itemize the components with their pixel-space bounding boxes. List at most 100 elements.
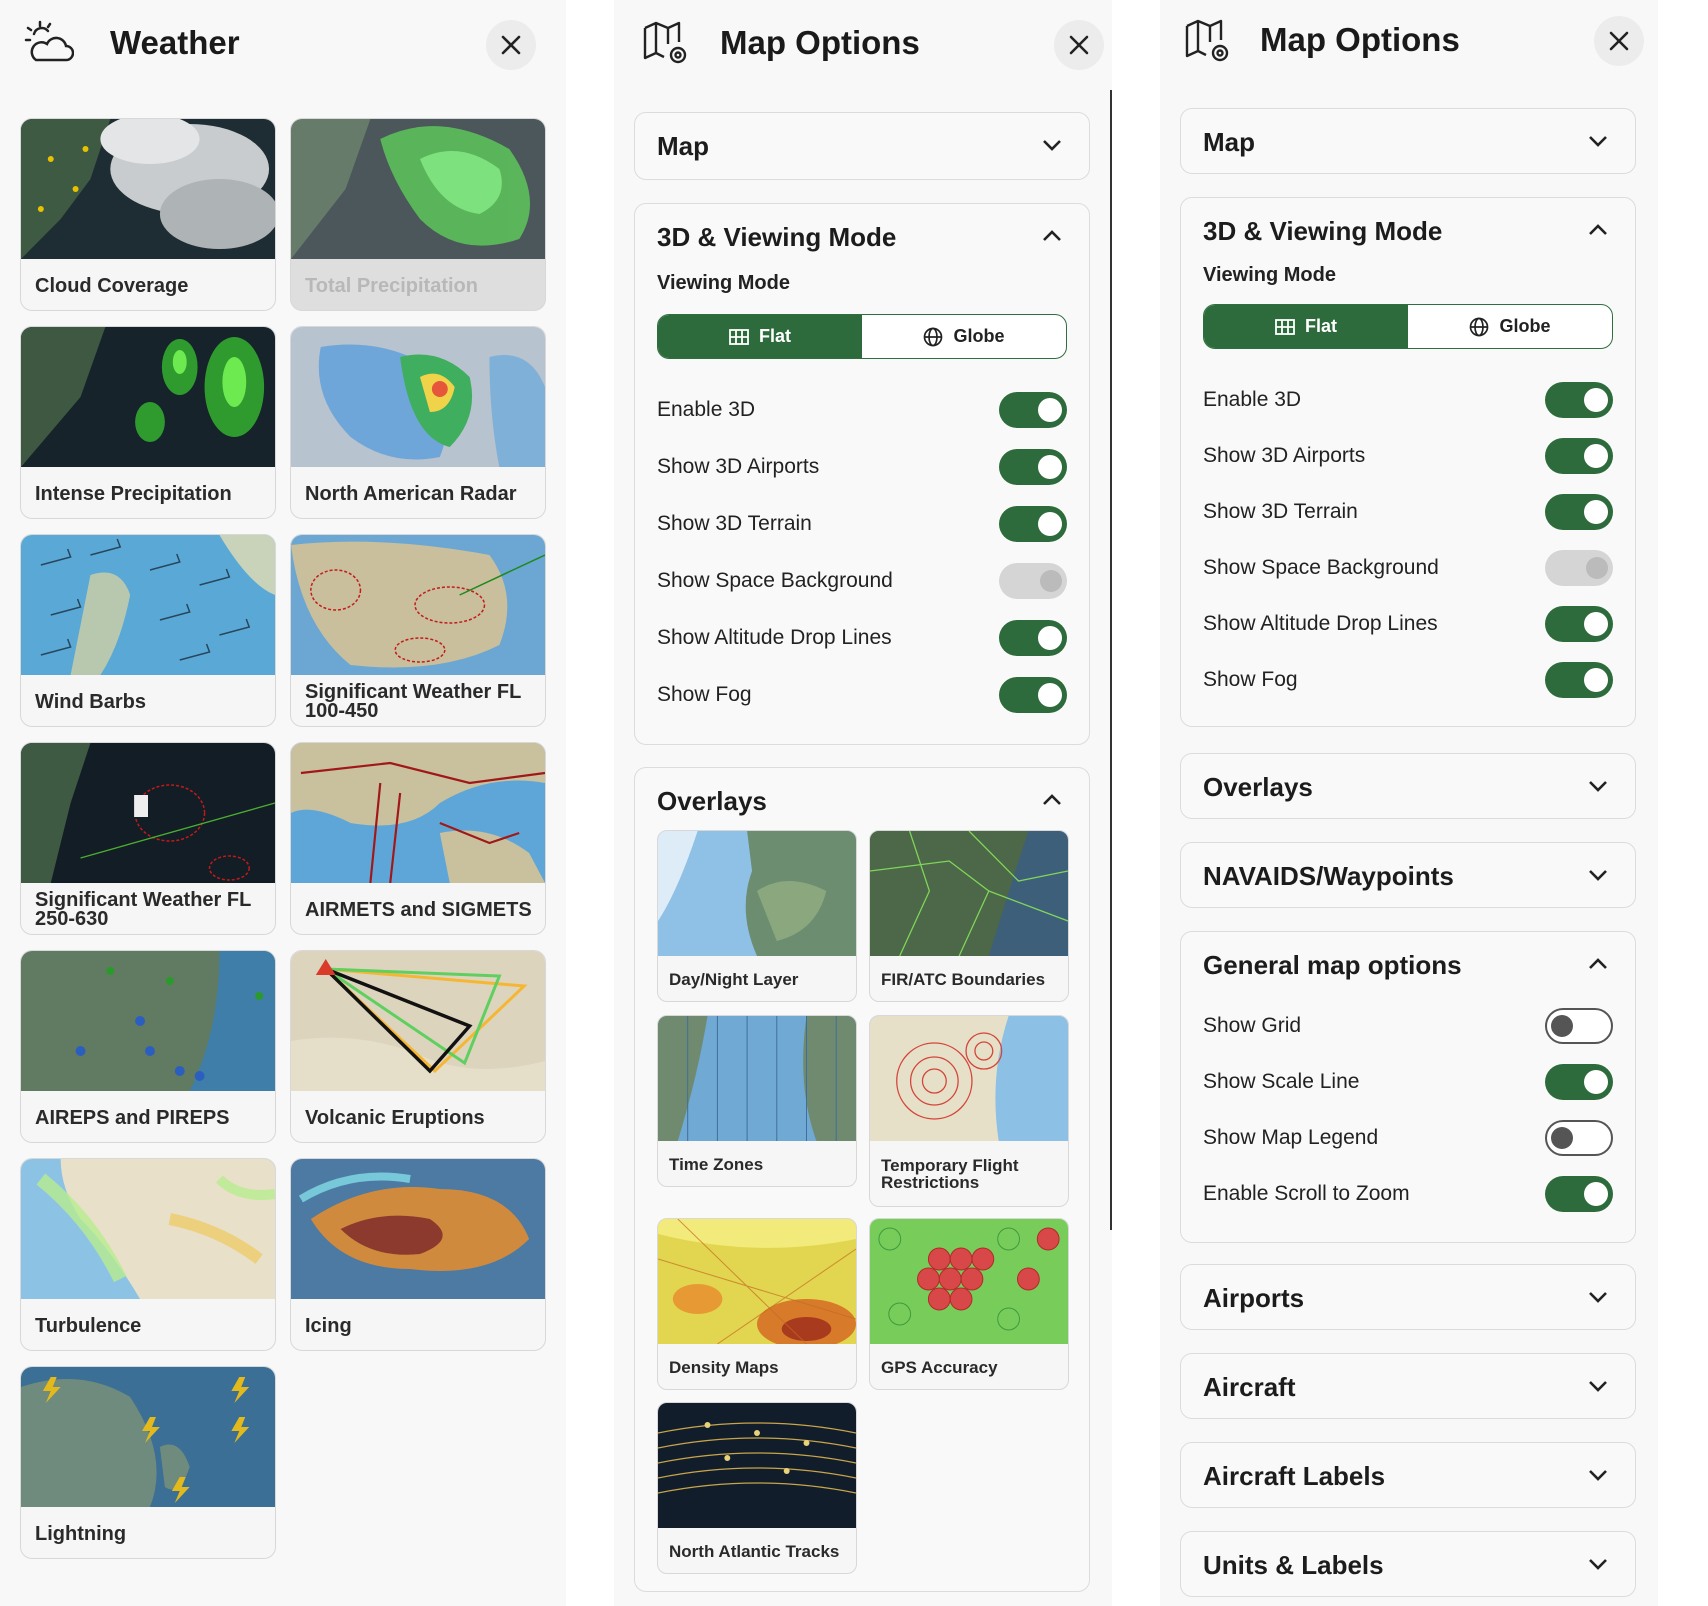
toggle-label: Show Map Legend: [1203, 1126, 1379, 1149]
flat-label: Flat: [1304, 316, 1337, 336]
show-altitude-drop-lines-toggle[interactable]: [999, 620, 1067, 656]
flat-mode-button[interactable]: Flat: [1204, 305, 1408, 348]
overlay-card-gps-accuracy[interactable]: GPS Accuracy: [869, 1218, 1069, 1390]
chevron-up-icon[interactable]: [1587, 222, 1609, 238]
globe-label: Globe: [1499, 316, 1551, 336]
flat-mode-button[interactable]: Flat: [658, 315, 862, 358]
show-fog-toggle[interactable]: [1545, 662, 1613, 698]
card-label: FIR/ATC Boundaries: [881, 969, 1046, 989]
chevron-down-icon: [1043, 140, 1061, 151]
section-title[interactable]: 3D & Viewing Mode: [1203, 198, 1442, 264]
overlay-card-temporary-flight-restrictions[interactable]: Temporary Flight Restrictions: [869, 1015, 1069, 1207]
enable-3d-toggle[interactable]: [999, 392, 1067, 428]
show-fog-toggle[interactable]: [999, 677, 1067, 713]
close-icon: [1069, 35, 1089, 55]
toggle-label: Show Grid: [1203, 1014, 1302, 1037]
section-title: Aircraft: [1203, 1371, 1296, 1402]
weather-card-aireps-and-pireps[interactable]: AIREPS and PIREPS: [20, 950, 276, 1143]
weather-card-icing[interactable]: Icing: [290, 1158, 546, 1351]
viewing-mode-switch: Flat Globe: [657, 314, 1067, 359]
chevron-up-icon[interactable]: [1587, 956, 1609, 972]
enable-scroll-to-zoom-toggle[interactable]: [1545, 1176, 1613, 1212]
close-button[interactable]: [1594, 16, 1644, 66]
section-navaids-waypoints[interactable]: NAVAIDS/Waypoints: [1180, 842, 1636, 908]
overlay-card-day-night-layer[interactable]: Day/Night Layer: [657, 830, 857, 1002]
section-aircraft-labels[interactable]: Aircraft Labels: [1180, 1442, 1636, 1508]
weather-card-lightning[interactable]: Lightning: [20, 1366, 276, 1559]
globe-mode-button[interactable]: Globe: [1408, 305, 1612, 348]
card-label: Lightning: [35, 1522, 127, 1545]
card-label: Volcanic Eruptions: [305, 1106, 485, 1129]
wind-barbs-thumbnail: [21, 535, 275, 675]
weather-card-turbulence[interactable]: Turbulence: [20, 1158, 276, 1351]
weather-card-total-precipitation[interactable]: Total Precipitation: [290, 118, 546, 311]
section-title[interactable]: 3D & Viewing Mode: [657, 204, 896, 270]
globe-mode-button[interactable]: Globe: [862, 315, 1066, 358]
lightning-thumbnail: [21, 1367, 275, 1507]
weather-card-north-american-radar[interactable]: North American Radar: [290, 326, 546, 519]
north-atlantic-tracks-thumbnail: [658, 1403, 856, 1528]
show-space-background-toggle: [1545, 550, 1613, 586]
toggle-row-show-scale-line: Show Scale Line: [1203, 1064, 1613, 1100]
show-3d-terrain-toggle[interactable]: [999, 506, 1067, 542]
overlay-card-time-zones[interactable]: Time Zones: [657, 1015, 857, 1187]
weather-card-significant-weather-fl-250-630[interactable]: Significant Weather FL 250-630: [20, 742, 276, 935]
section-airports[interactable]: Airports: [1180, 1264, 1636, 1330]
day-night-thumbnail: [658, 831, 856, 956]
close-button[interactable]: [486, 20, 536, 70]
weather-card-volcanic-eruptions[interactable]: Volcanic Eruptions: [290, 950, 546, 1143]
weather-card-airmets-and-sigmets[interactable]: AIRMETS and SIGMETS: [290, 742, 546, 935]
cloud-coverage-thumbnail: [21, 119, 275, 259]
overlay-card-fir-atc-boundaries[interactable]: FIR/ATC Boundaries: [869, 830, 1069, 1002]
fir-atc-thumbnail: [870, 831, 1068, 956]
chevron-down-icon: [1589, 1292, 1607, 1303]
section-title[interactable]: Overlays: [657, 768, 767, 834]
toggle-label: Show Altitude Drop Lines: [657, 626, 892, 649]
show-3d-airports-toggle[interactable]: [1545, 438, 1613, 474]
weather-card-wind-barbs[interactable]: Wind Barbs: [20, 534, 276, 727]
overlay-card-density-maps[interactable]: Density Maps: [657, 1218, 857, 1390]
weather-card-intense-precipitation[interactable]: Intense Precipitation: [20, 326, 276, 519]
weather-card-significant-weather-fl-100-450[interactable]: Significant Weather FL 100-450: [290, 534, 546, 727]
overlay-card-north-atlantic-tracks[interactable]: North Atlantic Tracks: [657, 1402, 857, 1574]
toggle-row-show-fog: Show Fog: [1203, 662, 1613, 698]
toggle-label: Show Space Background: [657, 569, 893, 592]
volcanic-eruptions-thumbnail: [291, 951, 545, 1091]
card-label: North American Radar: [305, 482, 517, 505]
enable-3d-toggle[interactable]: [1545, 382, 1613, 418]
viewing-mode-label: Viewing Mode: [657, 272, 790, 294]
toggle-label: Enable 3D: [657, 398, 756, 421]
map-settings-icon: [1185, 19, 1229, 62]
card-label: Significant Weather FL 100-450: [305, 681, 521, 722]
toggle-label: Show Altitude Drop Lines: [1203, 612, 1438, 635]
section-title: Airports: [1203, 1282, 1305, 1313]
significant-weather-100-450-thumbnail: [291, 535, 545, 675]
chevron-up-icon[interactable]: [1041, 792, 1063, 808]
section-map[interactable]: Map: [634, 112, 1090, 180]
show-map-legend-toggle[interactable]: [1545, 1120, 1613, 1156]
toggle-label: Show Space Background: [1203, 556, 1439, 579]
globe-icon: [924, 327, 943, 346]
chevron-up-icon[interactable]: [1041, 228, 1063, 244]
toggle-row-enable-scroll-to-zoom: Enable Scroll to Zoom: [1203, 1176, 1613, 1212]
show-space-background-toggle: [999, 563, 1067, 599]
show-scale-line-toggle[interactable]: [1545, 1064, 1613, 1100]
toggle-label: Enable Scroll to Zoom: [1203, 1182, 1410, 1205]
show-grid-toggle[interactable]: [1545, 1008, 1613, 1044]
weather-card-cloud-coverage[interactable]: Cloud Coverage: [20, 118, 276, 311]
toggle-row-show-altitude-drop-lines: Show Altitude Drop Lines: [657, 620, 1067, 656]
section-map[interactable]: Map: [1180, 108, 1636, 174]
map-options-panel-general: Map Options Map 3D & Viewing Mode Viewin…: [1160, 0, 1658, 1606]
viewing-mode-switch: Flat Globe: [1203, 304, 1613, 349]
toggle-label: Enable 3D: [1203, 388, 1302, 411]
section-units-labels[interactable]: Units & Labels: [1180, 1531, 1636, 1597]
section-aircraft[interactable]: Aircraft: [1180, 1353, 1636, 1419]
close-button[interactable]: [1054, 20, 1104, 70]
show-3d-terrain-toggle[interactable]: [1545, 494, 1613, 530]
section-title[interactable]: General map options: [1203, 932, 1462, 998]
section-overlays[interactable]: Overlays: [1180, 753, 1636, 819]
flat-label: Flat: [758, 326, 791, 346]
show-3d-airports-toggle[interactable]: [999, 449, 1067, 485]
section-title: Overlays: [1203, 771, 1313, 802]
show-altitude-drop-lines-toggle[interactable]: [1545, 606, 1613, 642]
